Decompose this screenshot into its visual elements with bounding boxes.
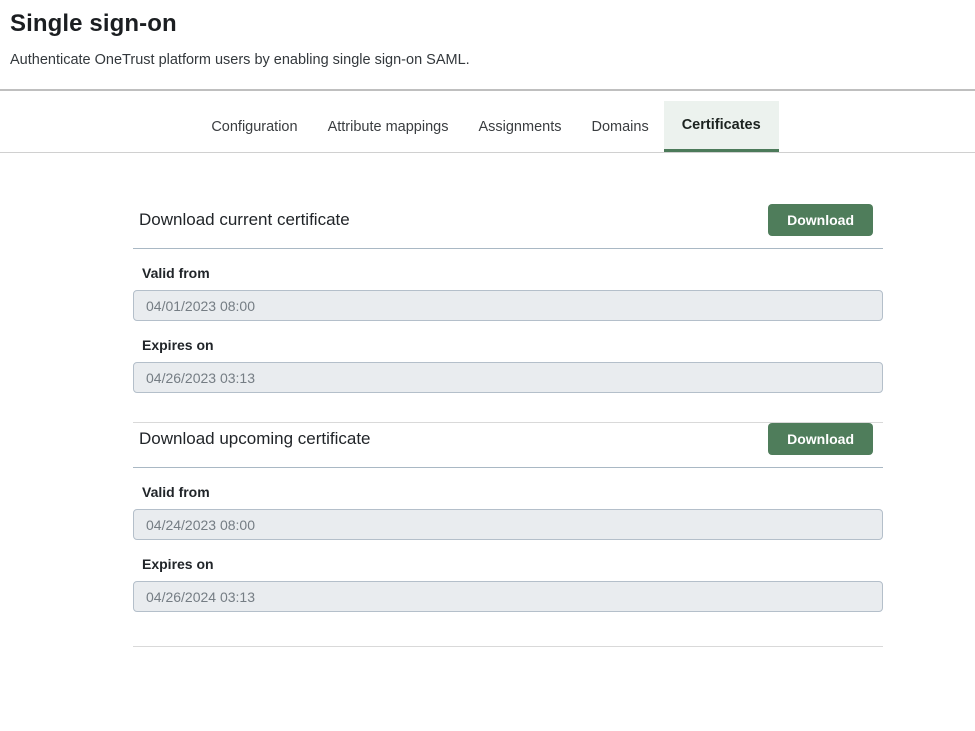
page-title: Single sign-on xyxy=(10,10,965,38)
bottom-divider xyxy=(133,646,883,647)
upcoming-expires-on-field: Expires on xyxy=(133,556,883,612)
download-current-button[interactable]: Download xyxy=(768,204,873,236)
current-certificate-section: Download current certificate Download Va… xyxy=(133,204,883,393)
upcoming-expires-on-label: Expires on xyxy=(133,556,883,572)
certificates-panel: Download current certificate Download Va… xyxy=(133,153,883,647)
current-valid-from-field: Valid from xyxy=(133,265,883,321)
current-valid-from-input xyxy=(133,290,883,321)
tabs-bar: Configuration Attribute mappings Assignm… xyxy=(0,91,975,153)
current-expires-on-label: Expires on xyxy=(133,337,883,353)
tab-attribute-mappings[interactable]: Attribute mappings xyxy=(313,101,464,152)
tab-assignments[interactable]: Assignments xyxy=(463,101,576,152)
current-expires-on-field: Expires on xyxy=(133,337,883,393)
download-upcoming-button[interactable]: Download xyxy=(768,423,873,455)
page-subtitle: Authenticate OneTrust platform users by … xyxy=(10,52,965,68)
single-sign-on-page: Single sign-on Authenticate OneTrust pla… xyxy=(0,0,975,731)
upcoming-valid-from-input xyxy=(133,509,883,540)
upcoming-expires-on-input xyxy=(133,581,883,612)
tab-domains[interactable]: Domains xyxy=(576,101,663,152)
current-expires-on-input xyxy=(133,362,883,393)
upcoming-valid-from-label: Valid from xyxy=(133,484,883,500)
upcoming-certificate-section: Download upcoming certificate Download V… xyxy=(133,423,883,612)
upcoming-certificate-heading: Download upcoming certificate xyxy=(139,429,371,449)
tab-configuration[interactable]: Configuration xyxy=(196,101,312,152)
current-valid-from-label: Valid from xyxy=(133,265,883,281)
upcoming-valid-from-field: Valid from xyxy=(133,484,883,540)
tab-certificates[interactable]: Certificates xyxy=(664,101,779,152)
current-certificate-header: Download current certificate Download xyxy=(133,204,883,249)
upcoming-certificate-header: Download upcoming certificate Download xyxy=(133,423,883,468)
current-certificate-heading: Download current certificate xyxy=(139,210,350,230)
page-header: Single sign-on Authenticate OneTrust pla… xyxy=(0,0,975,68)
